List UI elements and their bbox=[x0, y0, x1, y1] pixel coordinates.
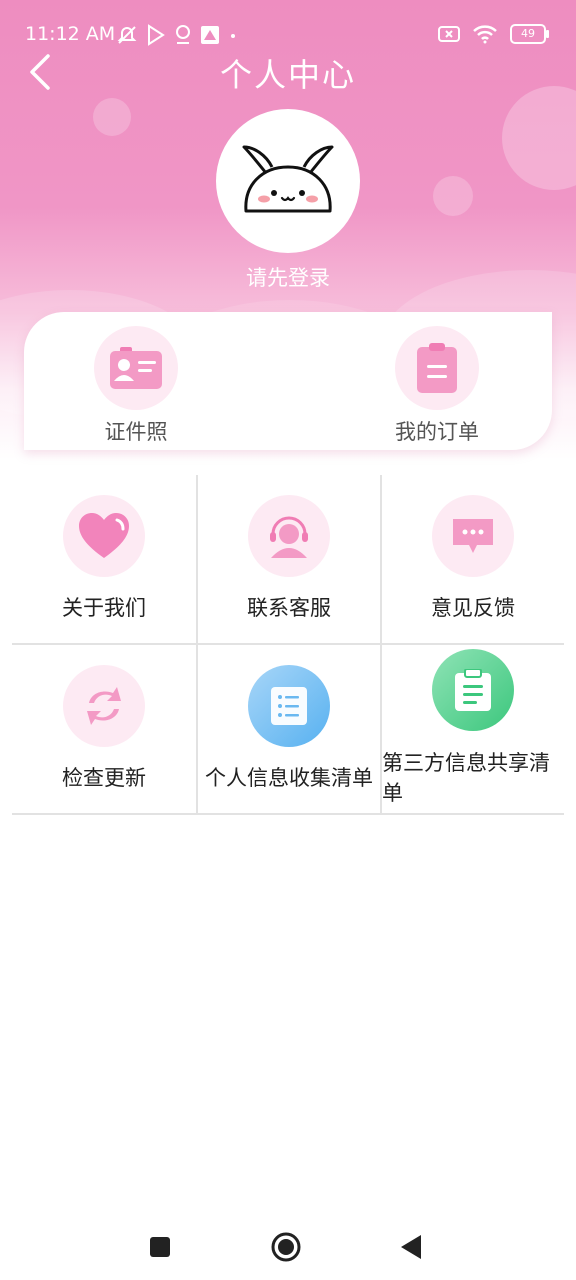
customer-service-button[interactable]: 联系客服 bbox=[196, 475, 380, 643]
message-icon bbox=[453, 519, 493, 553]
id-photo-button[interactable]: 证件照 bbox=[56, 326, 216, 446]
my-orders-icon-wrap bbox=[395, 326, 479, 410]
decor-bubble bbox=[433, 176, 473, 216]
square-icon bbox=[150, 1237, 170, 1257]
about-us-label: 关于我们 bbox=[62, 596, 146, 620]
menu-row: 关于我们 联系客服 意见反馈 bbox=[12, 475, 564, 645]
refresh-icon bbox=[87, 687, 121, 725]
personal-info-list-button[interactable]: 个人信息收集清单 bbox=[196, 645, 380, 813]
system-nav-bar bbox=[0, 1212, 576, 1280]
location-icon bbox=[176, 25, 190, 44]
personal-info-list-label: 个人信息收集清单 bbox=[205, 766, 373, 790]
battery-icon: 49 bbox=[510, 24, 549, 44]
status-notification-icons bbox=[116, 24, 238, 46]
triangle-left-icon bbox=[401, 1235, 421, 1259]
heart-icon bbox=[79, 513, 129, 558]
dot-icon bbox=[231, 34, 235, 38]
customer-service-label: 联系客服 bbox=[247, 596, 331, 620]
id-photo-icon-wrap bbox=[94, 326, 178, 410]
avatar[interactable] bbox=[216, 109, 360, 253]
status-system-icons: 49 bbox=[438, 24, 549, 44]
clipboard-list-icon bbox=[455, 669, 491, 711]
feedback-button[interactable]: 意见反馈 bbox=[380, 475, 564, 643]
third-party-share-list-icon-wrap bbox=[432, 649, 514, 731]
feedback-icon-wrap bbox=[432, 495, 514, 577]
sim-off-icon bbox=[438, 26, 460, 42]
home-button[interactable] bbox=[269, 1230, 303, 1264]
check-update-button[interactable]: 检查更新 bbox=[12, 645, 196, 813]
menu-grid: 关于我们 联系客服 意见反馈 检查更新 个人信息收集清单 第三方信息共享清单 bbox=[12, 475, 564, 815]
page-title: 个人中心 bbox=[219, 56, 356, 94]
id-photo-label: 证件照 bbox=[104, 420, 168, 444]
play-store-icon bbox=[148, 24, 165, 46]
id-card-icon bbox=[110, 347, 162, 389]
circle-icon bbox=[271, 1232, 301, 1262]
third-party-share-list-button[interactable]: 第三方信息共享清单 bbox=[380, 645, 564, 813]
status-time: 11:12 AM bbox=[25, 23, 116, 45]
my-orders-label: 我的订单 bbox=[395, 420, 479, 444]
status-bar: 11:12 AM 49 bbox=[0, 20, 576, 52]
wifi-icon bbox=[473, 25, 497, 44]
clipboard-icon bbox=[417, 343, 457, 393]
mute-icon bbox=[117, 26, 137, 44]
decor-bubble bbox=[502, 86, 576, 190]
customer-service-icon bbox=[270, 516, 308, 558]
third-party-share-list-label: 第三方信息共享清单 bbox=[382, 751, 550, 805]
back-nav-button[interactable] bbox=[394, 1230, 428, 1264]
about-us-button[interactable]: 关于我们 bbox=[12, 475, 196, 643]
app-icon bbox=[201, 26, 219, 44]
decor-bubble bbox=[93, 98, 131, 136]
check-update-icon-wrap bbox=[63, 665, 145, 747]
personal-info-list-icon-wrap bbox=[248, 665, 330, 747]
recent-apps-button[interactable] bbox=[143, 1230, 177, 1264]
menu-row: 检查更新 个人信息收集清单 第三方信息共享清单 bbox=[12, 645, 564, 815]
check-update-label: 检查更新 bbox=[62, 766, 146, 790]
customer-service-icon-wrap bbox=[248, 495, 330, 577]
quick-actions-card: 证件照 我的订单 bbox=[24, 312, 552, 450]
list-icon bbox=[271, 687, 307, 725]
login-prompt[interactable]: 请先登录 bbox=[0, 262, 576, 292]
feedback-label: 意见反馈 bbox=[431, 596, 515, 620]
bunny-avatar-icon bbox=[242, 145, 334, 213]
about-us-icon-wrap bbox=[63, 495, 145, 577]
my-orders-button[interactable]: 我的订单 bbox=[357, 326, 517, 446]
